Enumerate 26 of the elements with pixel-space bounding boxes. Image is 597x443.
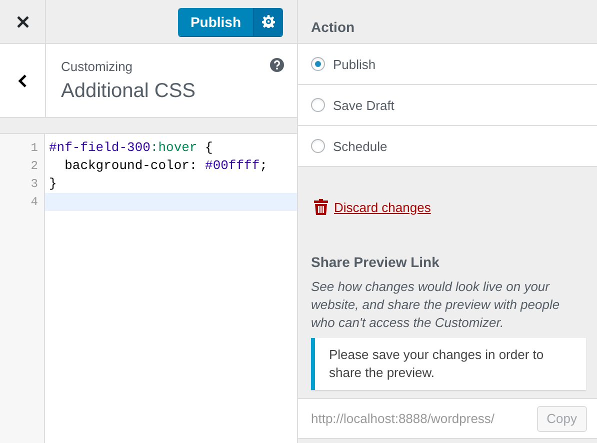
code-line: }	[48, 175, 58, 193]
notice-message: Please save your changes in order to share the preview.	[311, 338, 586, 390]
share-description: See how changes would look live on your website, and share the preview with people who can't access the Customizer.	[311, 278, 561, 332]
radio-button[interactable]	[311, 139, 325, 153]
line-number: 3	[30, 176, 39, 193]
radio-button[interactable]	[311, 57, 325, 71]
trash-icon[interactable]	[314, 199, 328, 215]
close-icon[interactable]	[16, 16, 28, 28]
help-icon[interactable]	[270, 58, 284, 72]
radio-label[interactable]: Publish	[333, 56, 376, 72]
back-icon[interactable]	[18, 74, 27, 88]
publish-button[interactable]: Publish	[178, 8, 253, 36]
gear-icon[interactable]	[262, 15, 275, 28]
line-number: 1	[30, 140, 39, 157]
code-line: #nf-field-300:hover {	[48, 139, 214, 157]
line-number: 4	[30, 194, 39, 211]
radio-button[interactable]	[311, 98, 325, 112]
line-number: 2	[30, 158, 39, 175]
settings-button[interactable]	[253, 8, 283, 36]
code-line: background-color: #00ffff;	[64, 157, 268, 175]
section-eyebrow: Customizing	[61, 59, 133, 74]
share-heading: Share Preview Link	[311, 254, 440, 270]
section-title: Additional CSS	[61, 80, 196, 103]
discard-link[interactable]: Discard changes	[334, 200, 431, 214]
radio-label[interactable]: Schedule	[333, 138, 388, 154]
radio-label[interactable]: Save Draft	[333, 98, 394, 112]
